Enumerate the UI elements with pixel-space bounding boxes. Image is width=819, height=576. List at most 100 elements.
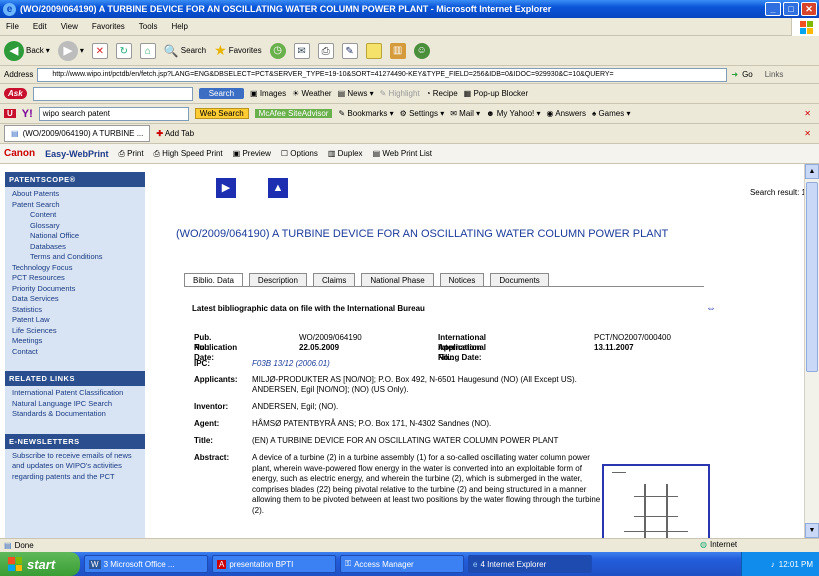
tab-claims[interactable]: Claims: [312, 273, 356, 286]
sidebar-item-contact[interactable]: Contact: [12, 347, 138, 358]
patent-drawing-thumbnail[interactable]: [602, 464, 710, 538]
research-icon[interactable]: ▥: [389, 42, 406, 59]
sidebar-item-nl-ipc-search[interactable]: Natural Language IPC Search: [12, 399, 138, 410]
search-button[interactable]: 🔍 Search: [164, 44, 206, 58]
home-icon[interactable]: ⌂: [139, 42, 156, 59]
high-speed-print-button[interactable]: ⎙ High Speed Print: [154, 149, 223, 159]
go-arrow-icon[interactable]: ➜: [731, 70, 738, 79]
go-button[interactable]: Go: [742, 70, 753, 79]
minimize-button[interactable]: _: [765, 2, 781, 16]
options-button[interactable]: ☐ Options: [281, 149, 318, 158]
sidebar-item-data-services[interactable]: Data Services: [12, 294, 138, 305]
print-icon[interactable]: ⎙: [317, 42, 334, 59]
address-input[interactable]: http://www.wipo.int/pctdb/en/fetch.jsp?L…: [37, 67, 728, 82]
web-print-list-button[interactable]: ▤ Web Print List: [373, 149, 432, 158]
sidebar-item-patent-law[interactable]: Patent Law: [12, 315, 138, 326]
answers-button[interactable]: ◉ Answers: [547, 109, 586, 118]
ask-search-input[interactable]: [32, 86, 193, 101]
highlight-button[interactable]: ✎ Highlight: [380, 89, 420, 98]
add-tab-button[interactable]: ✚ Add Tab: [156, 129, 194, 138]
sidebar-item-patent-search[interactable]: Patent Search: [12, 200, 138, 211]
back-button[interactable]: ◀ Back ▾: [4, 40, 50, 61]
tab-biblio-data[interactable]: Biblio. Data: [184, 273, 243, 286]
sidebar-item-national-office[interactable]: National Office: [12, 231, 138, 242]
sidebar-item-technology-focus[interactable]: Technology Focus: [12, 263, 138, 274]
favorites-button[interactable]: ★ Favorites: [214, 42, 261, 59]
tab-documents[interactable]: Documents: [490, 273, 549, 286]
recipe-button[interactable]: ◔ Recipe: [426, 89, 458, 98]
sidebar-item-priority-documents[interactable]: Priority Documents: [12, 284, 138, 295]
images-button[interactable]: ▣ Images: [250, 89, 286, 98]
tab-description[interactable]: Description: [248, 273, 307, 286]
weather-button[interactable]: ☀ Weather: [292, 89, 332, 98]
expand-icon[interactable]: ⇔: [706, 303, 716, 314]
menu-edit[interactable]: Edit: [33, 22, 47, 31]
clock[interactable]: 12:01 PM: [779, 560, 813, 569]
newsletter-subscribe-link[interactable]: Subscribe to receive emails of news and …: [12, 451, 138, 483]
yahoo-logo[interactable]: Y!: [22, 108, 33, 120]
browser-tab[interactable]: ▤ (WO/2009/064190) A TURBINE ...: [4, 125, 151, 142]
duplex-button[interactable]: ▥ Duplex: [328, 149, 363, 158]
sidebar-item-ipc[interactable]: International Patent Classification: [12, 388, 138, 399]
forward-button[interactable]: ▶ ▾: [57, 40, 84, 61]
scroll-thumb[interactable]: [806, 182, 818, 372]
stop-icon[interactable]: ✕: [91, 42, 108, 59]
sidebar-item-pct-resources[interactable]: PCT Resources: [12, 273, 138, 284]
volume-icon[interactable]: ♪: [771, 560, 775, 569]
popup-blocker-button[interactable]: ▦ Pop-up Blocker: [464, 89, 528, 98]
refresh-icon[interactable]: ↻: [115, 42, 132, 59]
taskbar-item-access-manager[interactable]: ⚿ Access Manager: [340, 555, 464, 573]
menu-tools[interactable]: Tools: [139, 22, 158, 31]
messenger-icon[interactable]: ☺: [413, 42, 430, 59]
menu-file[interactable]: File: [6, 22, 19, 31]
scroll-down-icon[interactable]: ▼: [805, 523, 819, 538]
sidebar-item-standards[interactable]: Standards & Documentation: [12, 409, 138, 420]
siteadvisor-button[interactable]: McAfee SiteAdvisor: [254, 109, 333, 118]
news-button[interactable]: ▤ News ▾: [338, 89, 374, 98]
scroll-up-icon[interactable]: ▲: [805, 164, 819, 179]
edit-icon[interactable]: ✎: [341, 42, 358, 59]
mcafee-shield-icon[interactable]: U: [4, 109, 16, 118]
maximize-button[interactable]: □: [783, 2, 799, 16]
sidebar-item-terms[interactable]: Terms and Conditions: [12, 252, 138, 263]
games-button[interactable]: ♠ Games ▾: [592, 109, 631, 118]
ipc-value[interactable]: F03B 13/12 (2006.01): [252, 359, 330, 369]
tab-notices[interactable]: Notices: [439, 273, 485, 286]
ask-search-button[interactable]: Search: [198, 88, 245, 99]
sidebar-item-meetings[interactable]: Meetings: [12, 336, 138, 347]
print-button[interactable]: ⎙ Print: [118, 149, 143, 159]
sidebar-item-databases[interactable]: Databases: [12, 242, 138, 253]
preview-button[interactable]: ▣ Preview: [233, 149, 271, 158]
easy-webprint-menu[interactable]: Easy-WebPrint: [45, 149, 108, 159]
next-result-arrow-icon[interactable]: ▶: [216, 178, 236, 198]
start-button[interactable]: start: [0, 552, 80, 576]
history-icon[interactable]: ◷: [269, 42, 286, 59]
vertical-scrollbar[interactable]: ▲ ▼: [804, 164, 819, 538]
sidebar-item-life-sciences[interactable]: Life Sciences: [12, 326, 138, 337]
sidebar-item-about-patents[interactable]: About Patents: [12, 189, 138, 200]
mail-button[interactable]: ✉ Mail ▾: [450, 109, 480, 118]
my-yahoo-button[interactable]: ☻ My Yahoo! ▾: [486, 109, 540, 118]
tab-national-phase[interactable]: National Phase: [361, 273, 434, 286]
taskbar-item-office[interactable]: W 3 Microsoft Office ...: [84, 555, 208, 573]
settings-button[interactable]: ⚙ Settings ▾: [400, 109, 445, 118]
yahoo-search-input[interactable]: wipo search patent: [38, 106, 189, 121]
menu-help[interactable]: Help: [171, 22, 187, 31]
back-to-results-arrow-icon[interactable]: ▲: [268, 178, 288, 198]
mail-icon[interactable]: ✉: [293, 42, 310, 59]
sidebar-item-glossary[interactable]: Glossary: [12, 221, 138, 232]
taskbar-item-presentation[interactable]: A presentation BPTI: [212, 555, 336, 573]
menu-favorites[interactable]: Favorites: [92, 22, 125, 31]
web-search-button[interactable]: Web Search: [194, 108, 249, 119]
taskbar-item-internet-explorer[interactable]: e 4 Internet Explorer: [468, 555, 592, 573]
sidebar-item-statistics[interactable]: Statistics: [12, 305, 138, 316]
ask-logo[interactable]: Ask: [4, 88, 27, 99]
menu-view[interactable]: View: [61, 22, 78, 31]
links-label[interactable]: Links: [765, 70, 784, 79]
tab-close-icon[interactable]: ✕: [804, 129, 811, 138]
notes-icon[interactable]: [365, 42, 382, 59]
toolbar-close-icon[interactable]: ✕: [804, 109, 811, 118]
bookmarks-button[interactable]: ✎ Bookmarks ▾: [338, 109, 393, 118]
sidebar-item-content[interactable]: Content: [12, 210, 138, 221]
close-button[interactable]: ✕: [801, 2, 817, 16]
